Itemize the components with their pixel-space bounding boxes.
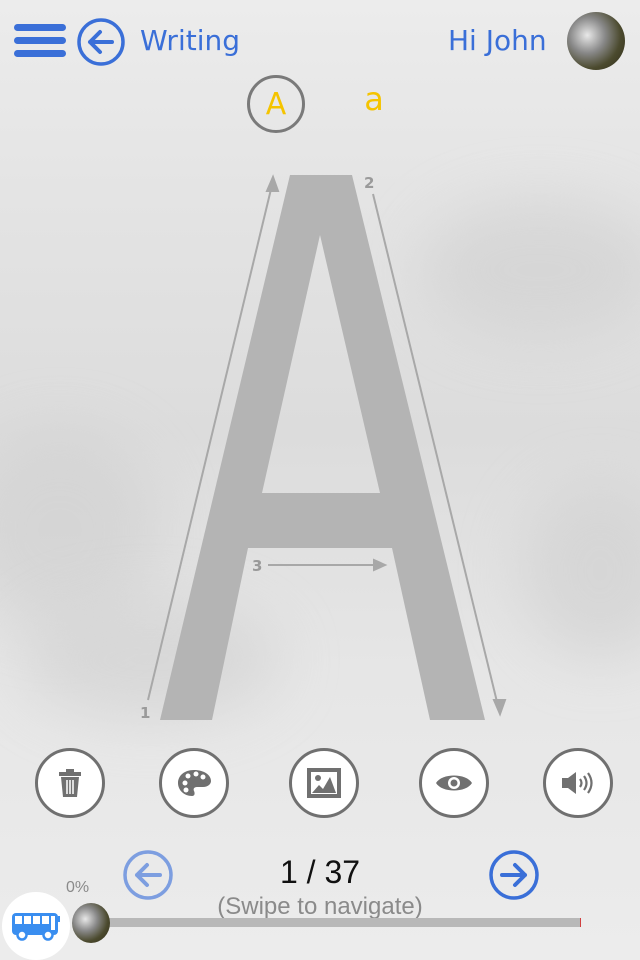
palette-icon (178, 770, 211, 796)
stroke-number-3: 3 (252, 557, 262, 575)
trash-icon (59, 769, 81, 797)
speaker-icon (562, 772, 593, 794)
color-button[interactable] (159, 748, 229, 818)
previous-button[interactable] (122, 849, 174, 901)
show-guide-button[interactable] (419, 748, 489, 818)
arrow-head-1 (265, 174, 280, 192)
uppercase-label: A (265, 86, 287, 122)
stroke-number-2: 2 (364, 174, 374, 192)
progress-avatar (72, 903, 110, 943)
next-button[interactable] (488, 849, 540, 901)
bus-button[interactable] (2, 892, 70, 960)
lowercase-label: a (364, 80, 384, 118)
page-title: Writing (140, 24, 240, 57)
lowercase-toggle[interactable]: a (356, 80, 392, 126)
avatar[interactable] (567, 12, 625, 70)
arrow-head-3 (373, 558, 388, 572)
progress-track (100, 918, 581, 927)
arrow-right-circle-icon (489, 850, 539, 900)
tracing-canvas[interactable]: 1 2 3 (0, 160, 640, 740)
page-counter: 1 / 37 (279, 854, 361, 890)
eye-icon (436, 775, 472, 791)
greeting: Hi John (448, 24, 547, 57)
stroke-number-1: 1 (140, 704, 150, 722)
progress-label: 0% (66, 879, 90, 896)
back-button[interactable] (76, 17, 126, 67)
image-icon (307, 768, 341, 798)
bus-icon (12, 913, 60, 941)
background-image-button[interactable] (289, 748, 359, 818)
hamburger-icon (14, 24, 66, 57)
arrow-left-circle-icon (77, 18, 125, 66)
uppercase-toggle[interactable]: A (247, 75, 305, 133)
arrow-head-2 (492, 699, 507, 717)
clear-button[interactable] (35, 748, 105, 818)
sound-button[interactable] (543, 748, 613, 818)
swipe-hint: (Swipe to navigate) (217, 893, 423, 920)
menu-button[interactable] (14, 24, 66, 58)
arrow-left-circle-icon (123, 850, 173, 900)
